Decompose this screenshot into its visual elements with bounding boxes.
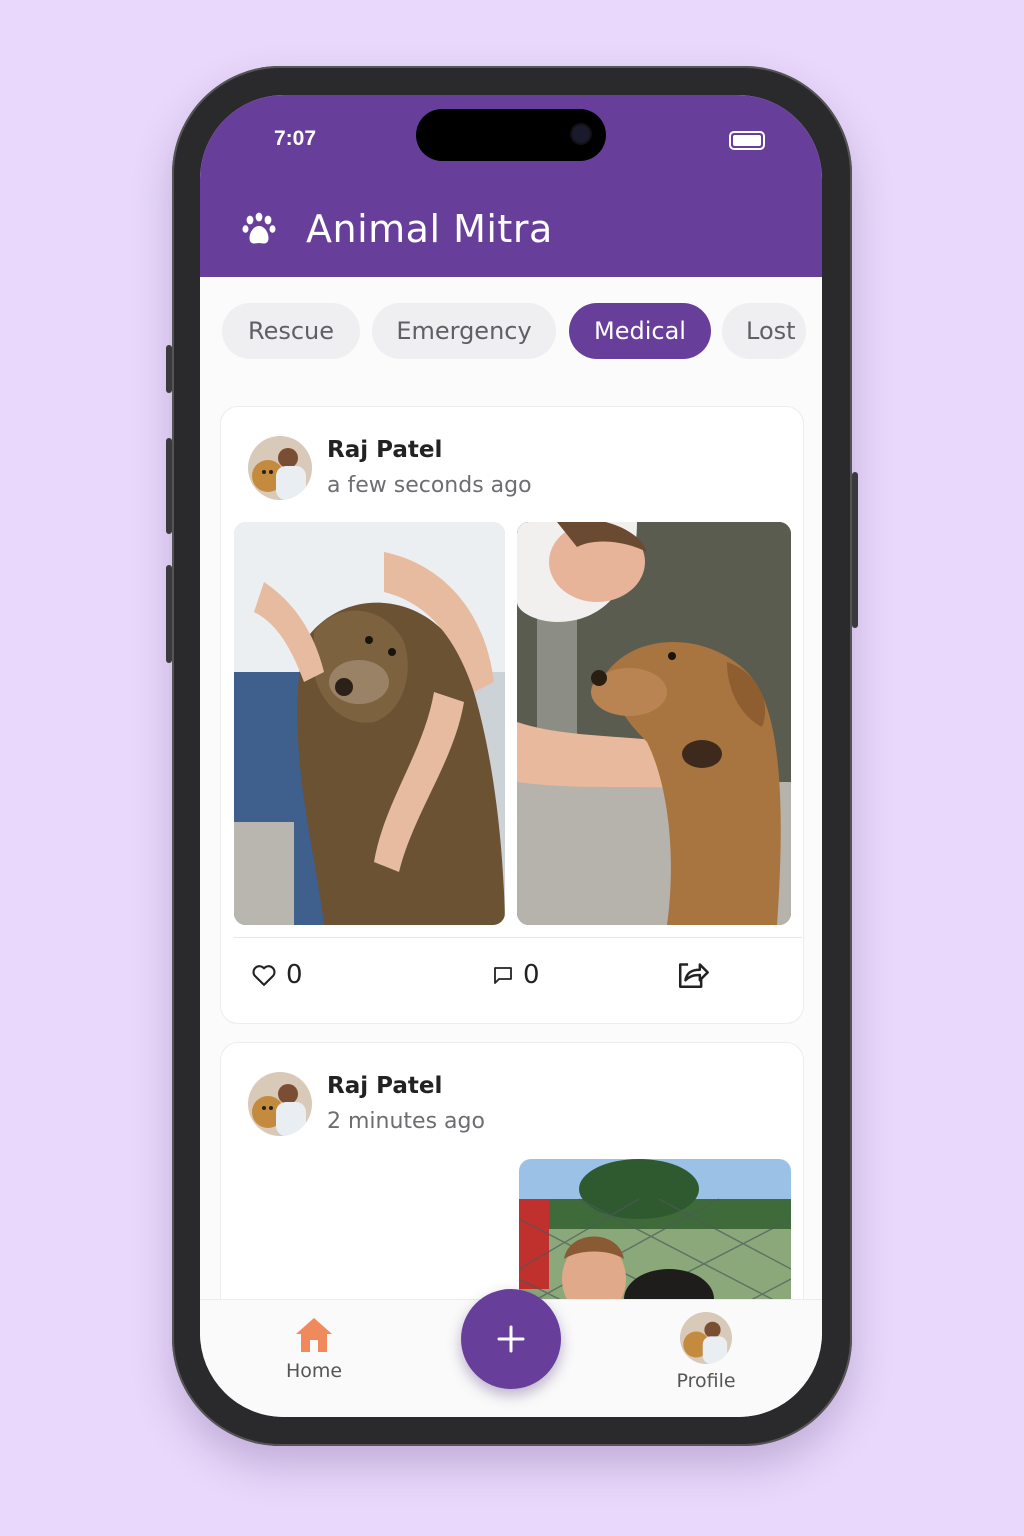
- boy-with-dog-photo[interactable]: [519, 1159, 791, 1299]
- like-count: 0: [286, 960, 303, 990]
- app-title-row: Animal Mitra: [242, 201, 553, 257]
- battery-icon: [729, 131, 765, 150]
- comment-count: 0: [523, 960, 540, 990]
- post-time: 2 minutes ago: [327, 1109, 485, 1134]
- profile-avatar: [680, 1312, 732, 1364]
- nav-profile-label: Profile: [676, 1370, 736, 1392]
- like-button[interactable]: 0: [250, 960, 303, 990]
- post-author[interactable]: Raj Patel: [327, 1073, 442, 1099]
- create-post-button[interactable]: [461, 1289, 561, 1389]
- post-time: a few seconds ago: [327, 473, 532, 498]
- chip-lost[interactable]: Lost: [722, 303, 806, 359]
- app-screen: 7:07 Animal Mitra Rescue Emergency Medic…: [200, 95, 822, 1417]
- chip-medical[interactable]: Medical: [569, 303, 711, 359]
- comment-icon: [494, 967, 512, 984]
- app-header: 7:07 Animal Mitra: [200, 95, 822, 277]
- nav-profile[interactable]: Profile: [666, 1312, 746, 1392]
- dynamic-island: [416, 109, 606, 161]
- post-author[interactable]: Raj Patel: [327, 437, 442, 463]
- card-divider: [234, 937, 802, 938]
- nav-home[interactable]: Home: [278, 1316, 350, 1382]
- home-icon: [296, 1318, 332, 1352]
- share-button[interactable]: [675, 959, 717, 991]
- avatar[interactable]: [248, 436, 312, 500]
- post-feed: Raj Patel a few seconds ago 0 0 Raj Pate…: [200, 383, 822, 1299]
- dog-hug-photo[interactable]: [234, 522, 505, 925]
- phone-silent-switch: [166, 345, 172, 393]
- chip-emergency[interactable]: Emergency: [372, 303, 556, 359]
- avatar[interactable]: [248, 1072, 312, 1136]
- app-title: Animal Mitra: [306, 207, 553, 251]
- post-card: Raj Patel 2 minutes ago: [220, 1042, 804, 1299]
- post-card: Raj Patel a few seconds ago 0 0: [220, 406, 804, 1024]
- plus-icon: [497, 1325, 525, 1353]
- nav-home-label: Home: [285, 1360, 343, 1382]
- camera-icon: [572, 125, 590, 143]
- phone-power-button: [852, 472, 858, 628]
- paw-icon: [242, 212, 276, 244]
- comment-button[interactable]: 0: [491, 960, 540, 990]
- dog-paw-photo[interactable]: [517, 522, 791, 925]
- chip-rescue[interactable]: Rescue: [222, 303, 360, 359]
- share-icon: [678, 963, 709, 989]
- status-time: 7:07: [274, 127, 317, 150]
- phone-volume-down: [166, 565, 172, 663]
- heart-icon: [252, 965, 276, 986]
- filter-chips: Rescue Emergency Medical Lost: [200, 277, 822, 383]
- phone-volume-up: [166, 438, 172, 534]
